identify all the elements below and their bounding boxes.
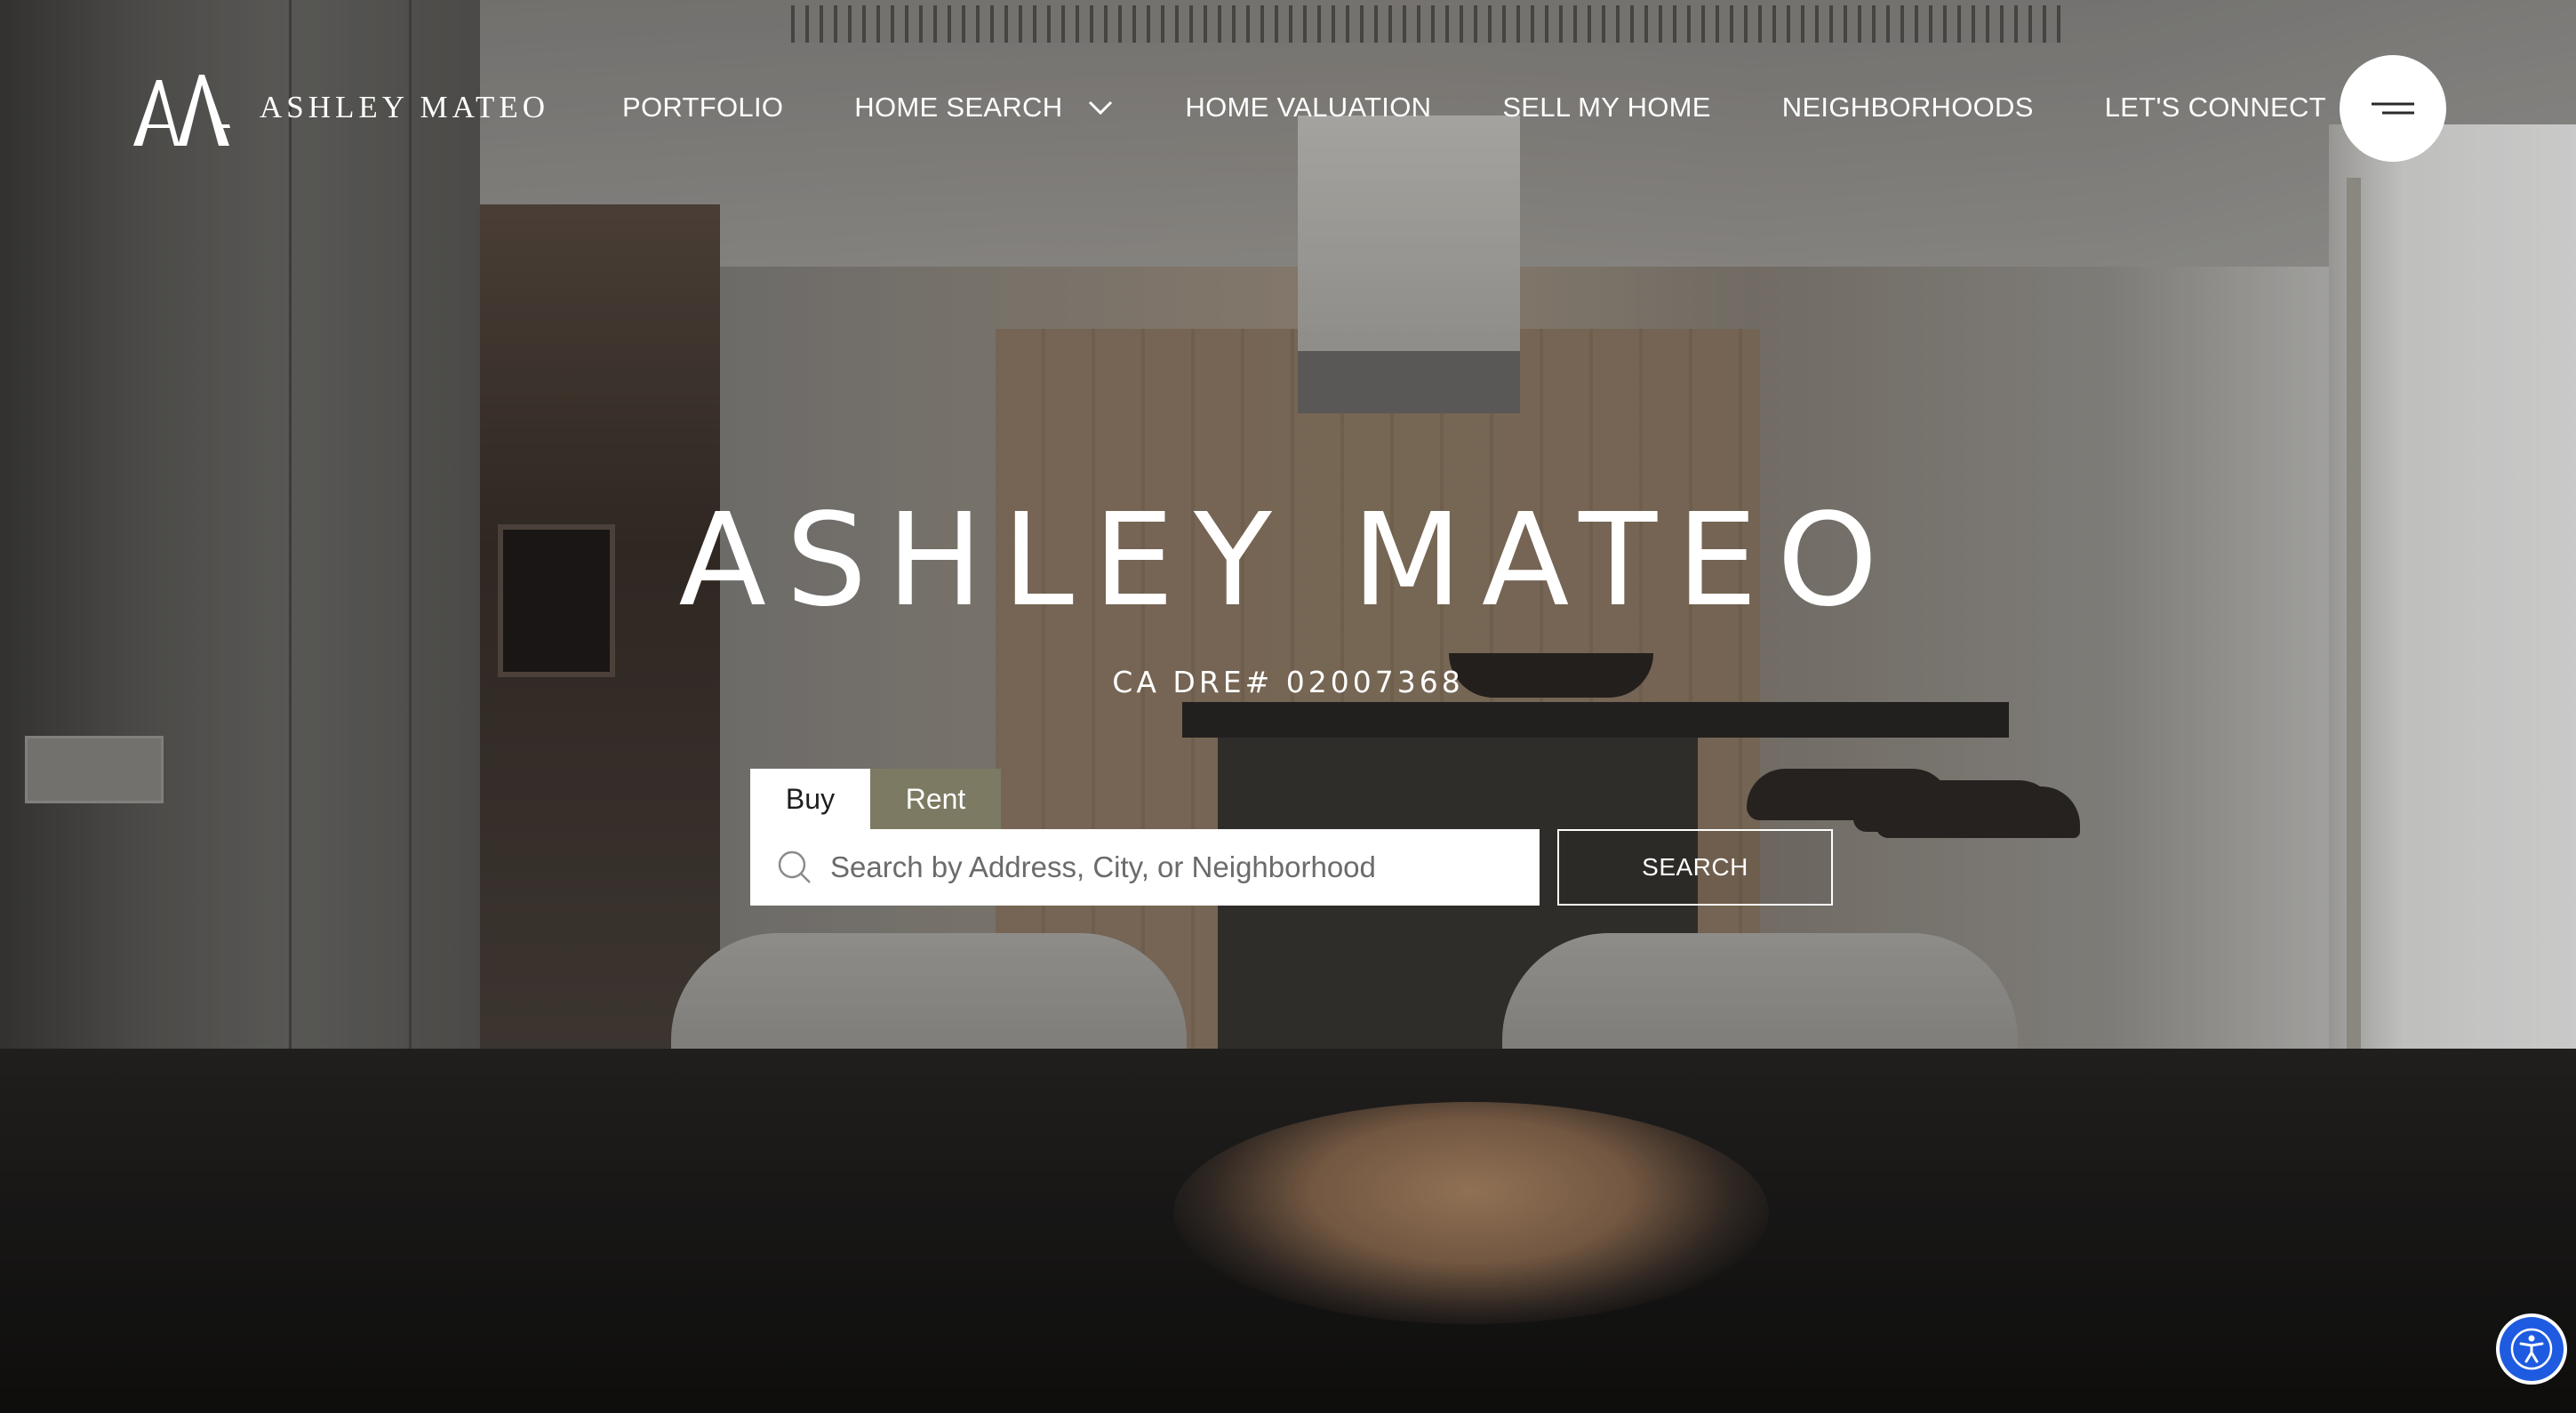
search-box (750, 829, 1540, 906)
accessibility-icon (2510, 1328, 2553, 1370)
am-monogram-icon (133, 75, 230, 146)
site-header: ASHLEY MATEO PORTFOLIO HOME SEARCH HOME … (0, 0, 2576, 213)
logo-link[interactable]: ASHLEY MATEO (133, 69, 549, 146)
search-button[interactable]: SEARCH (1557, 829, 1833, 906)
nav-sell-my-home[interactable]: SELL MY HOME (1502, 92, 1710, 124)
search-tabs: Buy Rent (750, 769, 1001, 829)
page: ASHLEY MATEO PORTFOLIO HOME SEARCH HOME … (0, 0, 2576, 1413)
nav-home-search[interactable]: HOME SEARCH (854, 92, 1114, 124)
license-number: CA DRE# 02007368 (1112, 665, 1464, 699)
accessibility-button[interactable] (2496, 1313, 2567, 1385)
search-icon (778, 850, 811, 883)
nav-home-valuation[interactable]: HOME VALUATION (1185, 92, 1431, 124)
menu-button[interactable] (2340, 55, 2446, 162)
hamburger-menu-icon (2372, 102, 2414, 115)
main-nav: PORTFOLIO HOME SEARCH HOME VALUATION SEL… (622, 85, 2326, 130)
tab-buy[interactable]: Buy (750, 769, 870, 829)
search-input[interactable] (828, 831, 1525, 904)
chevron-down-icon[interactable] (1087, 99, 1114, 116)
accessibility-button-inner (2500, 1317, 2564, 1381)
tab-rent[interactable]: Rent (870, 769, 1001, 829)
logo-text: ASHLEY MATEO (260, 90, 550, 124)
nav-home-search-label: HOME SEARCH (854, 92, 1063, 123)
nav-lets-connect[interactable]: LET'S CONNECT (2105, 92, 2326, 124)
nav-portfolio[interactable]: PORTFOLIO (622, 92, 783, 124)
nav-neighborhoods[interactable]: NEIGHBORHOODS (1782, 92, 2034, 124)
hero-title: ASHLEY MATEO (678, 485, 1898, 635)
